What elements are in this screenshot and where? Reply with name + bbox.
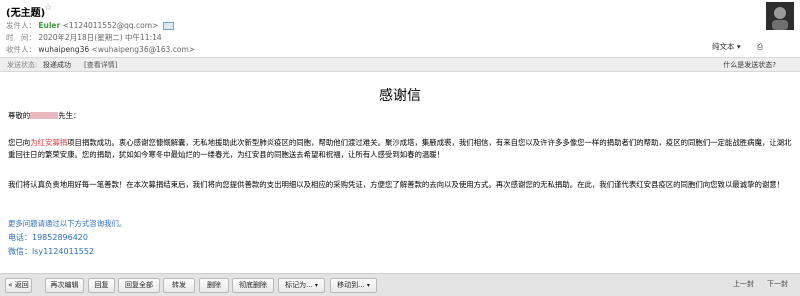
redacted-name [30, 112, 59, 119]
mark-as-label[interactable]: 标记为... [285, 281, 313, 289]
email-subject: (无主题) [6, 8, 46, 19]
status-label: 发送状态: [7, 61, 38, 69]
prev-email-link[interactable]: 上一封 [733, 279, 754, 289]
forward-button[interactable]: 转发 [163, 278, 195, 293]
delivery-status-bar: 发送状态: 投递成功 [查看详情] 什么是发送状态? [0, 57, 800, 72]
status-help-link[interactable]: 什么是发送状态? [723, 60, 776, 70]
star-icon[interactable]: ☆ [44, 3, 52, 13]
to-label: 收件人： [6, 45, 36, 54]
recipient-address[interactable]: <wuhaipeng36@163.com> [92, 45, 196, 54]
move-to-label[interactable]: 移动到... [337, 281, 365, 289]
greeting-prefix: 尊敬的 [8, 111, 31, 120]
p1-text-a: 您已向 [8, 138, 31, 147]
email-title: 感谢信 [379, 88, 421, 104]
back-button[interactable]: « 返回 [5, 278, 32, 293]
from-row: 发件人： Euler <1124011552@qq.com> [6, 20, 174, 31]
contact-card-icon[interactable] [162, 22, 174, 30]
contact-wechat[interactable]: 微信：lsy1124011552 [8, 246, 794, 258]
project-name: 为红安募捐 [30, 138, 68, 147]
time-row: 时 间： 2020年2月18日(星期二) 中午11:14 [6, 32, 162, 43]
delete-permanent-button[interactable]: 彻底删除 [232, 278, 274, 293]
delete-button[interactable]: 删除 [199, 278, 229, 293]
plain-text-label[interactable]: 纯文本 [712, 42, 735, 51]
reply-button[interactable]: 回复 [88, 278, 115, 293]
p1-text-b: 项目捐款成功。衷心感谢您慷慨解囊，无私地援助此次新型肺炎疫区的同胞，帮助他们渡过… [8, 138, 792, 159]
avatar[interactable] [766, 2, 794, 30]
sender-address[interactable]: <1124011552@qq.com> [63, 21, 159, 30]
chevron-down-icon[interactable]: ▾ [367, 282, 370, 289]
from-label: 发件人： [6, 21, 36, 30]
print-icon[interactable]: ⎙ [757, 42, 763, 51]
mark-as-button[interactable]: 标记为... ▾ [278, 278, 325, 293]
paragraph-2: 我们将认真负责地用好每一笔善款！在本次募捐结束后，我们将向您提供善款的支出明细以… [8, 180, 785, 189]
next-email-link[interactable]: 下一封 [767, 279, 788, 289]
time-label: 时 间： [6, 33, 36, 42]
reply-all-button[interactable]: 回复全部 [118, 278, 160, 293]
reedit-button[interactable]: 再次编辑 [45, 278, 84, 293]
paragraph-1: 您已向为红安募捐项目捐款成功。衷心感谢您慷慨解囊，无私地援助此次新型肺炎疫区的同… [8, 137, 794, 161]
move-to-button[interactable]: 移动到... ▾ [330, 278, 377, 293]
greeting: 尊敬的 先生： [8, 110, 794, 122]
chevron-down-icon[interactable]: ▾ [315, 282, 318, 289]
plain-text-toggle[interactable]: 纯文本 ▾ ⎙ [712, 41, 763, 52]
sender-name[interactable]: Euler [38, 21, 60, 30]
view-details-link[interactable]: [查看详情] [84, 60, 117, 70]
to-row: 收件人： wuhaipeng36 <wuhaipeng36@163.com> [6, 44, 195, 55]
contact-phone[interactable]: 电话：19852896420 [8, 232, 794, 244]
contact-intro[interactable]: 更多问题请通过以下方式咨询我们。 [8, 218, 794, 230]
recipient-name[interactable]: wuhaipeng36 [38, 45, 89, 54]
bottom-toolbar: « 返回 再次编辑 回复 回复全部 转发 删除 彻底删除 标记为... ▾ 移动到… [0, 273, 800, 296]
status-value: 投递成功 [43, 61, 71, 69]
greeting-suffix: 先生： [58, 111, 81, 120]
chevron-down-icon[interactable]: ▾ [737, 42, 741, 51]
time-value: 2020年2月18日(星期二) 中午11:14 [38, 33, 162, 42]
